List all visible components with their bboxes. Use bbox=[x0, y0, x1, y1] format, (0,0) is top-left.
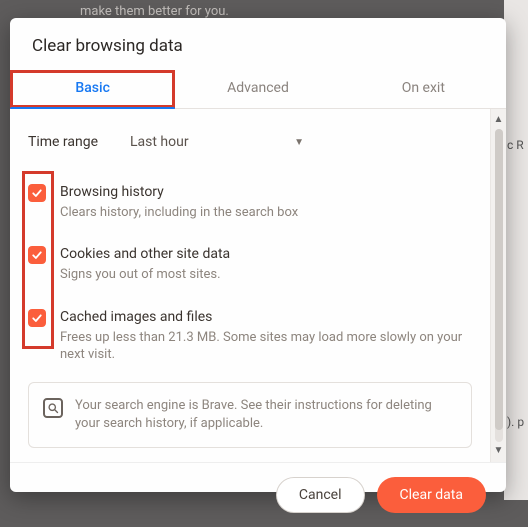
time-range-row: Time range Last hour bbox=[28, 125, 472, 159]
checkbox-browsing-history[interactable] bbox=[28, 184, 46, 202]
option-text: Cached images and files Frees up less th… bbox=[60, 308, 472, 364]
scroll-thumb[interactable] bbox=[495, 129, 503, 430]
search-engine-notice: Your search engine is Brave. See their i… bbox=[28, 382, 472, 448]
clear-browsing-data-dialog: Clear browsing data Basic Advanced On ex… bbox=[10, 18, 506, 492]
option-desc: Clears history, including in the search … bbox=[60, 204, 298, 222]
checkmark-icon bbox=[31, 249, 43, 261]
background-side-panel: c R ). p bbox=[504, 0, 528, 500]
tab-basic[interactable]: Basic bbox=[10, 70, 175, 108]
dialog-title: Clear browsing data bbox=[10, 18, 506, 70]
checkmark-icon bbox=[31, 312, 43, 324]
background-snippet: make them better for you. bbox=[80, 4, 229, 19]
search-icon bbox=[43, 398, 63, 418]
bg-side-text-2: ). p bbox=[507, 415, 524, 429]
option-browsing-history: Browsing history Clears history, includi… bbox=[28, 183, 472, 221]
option-text: Cookies and other site data Signs you ou… bbox=[60, 245, 230, 283]
option-title: Browsing history bbox=[60, 183, 298, 202]
clear-data-button[interactable]: Clear data bbox=[377, 477, 486, 513]
option-text: Browsing history Clears history, includi… bbox=[60, 183, 298, 221]
bg-side-text-1: c R bbox=[507, 138, 524, 152]
checkmark-icon bbox=[31, 187, 43, 199]
scroll-up-icon[interactable]: ▲ bbox=[494, 115, 504, 125]
checkbox-cached[interactable] bbox=[28, 309, 46, 327]
dialog-body: Time range Last hour Browsing history Cl… bbox=[10, 109, 506, 462]
dialog-tabs: Basic Advanced On exit bbox=[10, 70, 506, 109]
option-desc: Signs you out of most sites. bbox=[60, 266, 230, 284]
checkbox-list: Browsing history Clears history, includi… bbox=[28, 177, 472, 364]
scroll-area: Time range Last hour Browsing history Cl… bbox=[10, 109, 490, 462]
option-title: Cached images and files bbox=[60, 308, 472, 327]
option-title: Cookies and other site data bbox=[60, 245, 230, 264]
scroll-track[interactable] bbox=[495, 129, 503, 442]
dialog-footer: Cancel Clear data bbox=[10, 462, 506, 527]
scroll-down-icon[interactable]: ▼ bbox=[494, 446, 504, 456]
cancel-button[interactable]: Cancel bbox=[276, 477, 365, 513]
vertical-scrollbar[interactable]: ▲ ▼ bbox=[490, 109, 506, 462]
option-cookies: Cookies and other site data Signs you ou… bbox=[28, 245, 472, 283]
time-range-label: Time range bbox=[28, 134, 118, 150]
tab-on-exit[interactable]: On exit bbox=[341, 70, 506, 108]
tab-advanced[interactable]: Advanced bbox=[175, 70, 340, 108]
option-cached: Cached images and files Frees up less th… bbox=[28, 308, 472, 364]
notice-text: Your search engine is Brave. See their i… bbox=[75, 397, 457, 433]
time-range-select[interactable]: Last hour bbox=[118, 125, 318, 159]
option-desc: Frees up less than 21.3 MB. Some sites m… bbox=[60, 329, 472, 364]
checkbox-cookies[interactable] bbox=[28, 246, 46, 264]
